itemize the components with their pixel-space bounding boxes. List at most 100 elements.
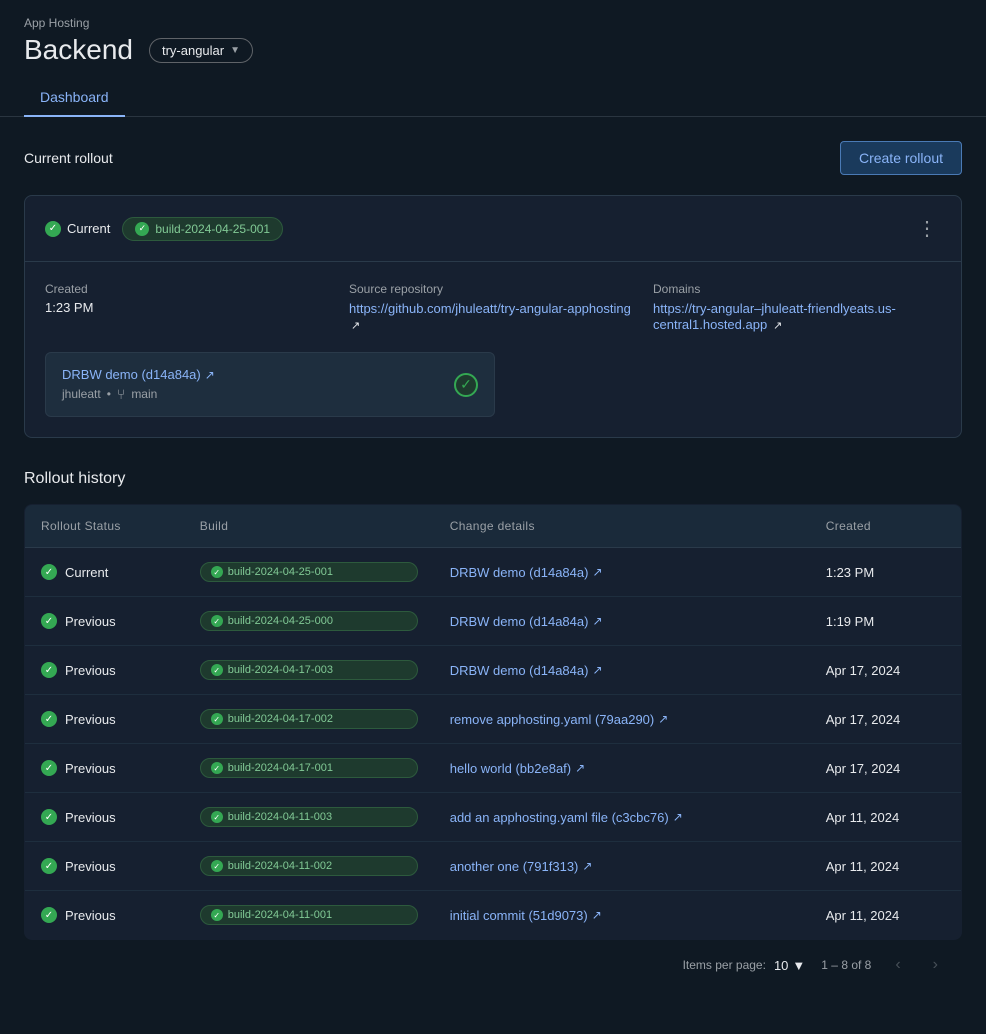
row-status-label-2: Previous xyxy=(65,663,116,678)
app-hosting-label: App Hosting xyxy=(24,16,962,30)
row-created-cell-4: Apr 17, 2024 xyxy=(810,744,962,793)
table-row: ✓ Current ✓ build-2024-04-25-001 DRBW de… xyxy=(25,548,962,597)
next-page-button[interactable]: › xyxy=(925,952,946,978)
col-header-status: Rollout Status xyxy=(25,505,184,548)
branch-selector[interactable]: try-angular ▼ xyxy=(149,38,253,63)
row-build-chip-dot-1: ✓ xyxy=(211,615,223,627)
items-per-page-label: Items per page: xyxy=(683,958,766,972)
row-created-cell-3: Apr 17, 2024 xyxy=(810,695,962,744)
row-change-link-1[interactable]: DRBW demo (d14a84a) ↗ xyxy=(450,614,794,629)
row-build-id-5: build-2024-04-11-003 xyxy=(228,811,332,823)
row-change-ext-icon-1: ↗ xyxy=(592,614,602,628)
row-status-label-7: Previous xyxy=(65,908,116,923)
items-per-page-chevron: ▼ xyxy=(792,958,805,973)
row-build-chip-dot-2: ✓ xyxy=(211,664,223,676)
col-header-change: Change details xyxy=(434,505,810,548)
page-range: 1 – 8 of 8 xyxy=(821,958,871,972)
row-change-link-7[interactable]: initial commit (51d9073) ↗ xyxy=(450,908,794,923)
row-change-link-2[interactable]: DRBW demo (d14a84a) ↗ xyxy=(450,663,794,678)
domains-label: Domains xyxy=(653,282,941,296)
row-change-link-3[interactable]: remove apphosting.yaml (79aa290) ↗ xyxy=(450,712,794,727)
backend-title-text: Backend xyxy=(24,34,133,66)
page-header: App Hosting Backend try-angular ▼ Dashbo… xyxy=(0,0,986,117)
table-row: ✓ Previous ✓ build-2024-04-11-002 anothe… xyxy=(25,842,962,891)
tab-bar: Dashboard xyxy=(24,78,962,116)
row-change-cell-6: another one (791f313) ↗ xyxy=(434,842,810,891)
row-change-link-5[interactable]: add an apphosting.yaml file (c3cbc76) ↗ xyxy=(450,810,794,825)
row-build-chip-dot-0: ✓ xyxy=(211,566,223,578)
created-label: Created xyxy=(45,282,333,296)
items-per-page-select[interactable]: 10 ▼ xyxy=(774,958,805,973)
row-change-cell-3: remove apphosting.yaml (79aa290) ↗ xyxy=(434,695,810,744)
row-status-label-0: Current xyxy=(65,565,108,580)
row-created-cell-1: 1:19 PM xyxy=(810,597,962,646)
row-build-cell-5: ✓ build-2024-04-11-003 xyxy=(184,793,434,842)
row-change-ext-icon-4: ↗ xyxy=(575,761,585,775)
row-change-link-0[interactable]: DRBW demo (d14a84a) ↗ xyxy=(450,565,794,580)
backend-title-row: Backend try-angular ▼ xyxy=(24,34,962,66)
rollout-history-title: Rollout history xyxy=(24,470,962,488)
row-build-cell-3: ✓ build-2024-04-17-002 xyxy=(184,695,434,744)
row-change-cell-2: DRBW demo (d14a84a) ↗ xyxy=(434,646,810,695)
commit-author: jhuleatt xyxy=(62,387,101,401)
branch-icon: ⑂ xyxy=(117,386,125,402)
row-status-dot-4: ✓ xyxy=(41,760,57,776)
table-row: ✓ Previous ✓ build-2024-04-17-002 remove… xyxy=(25,695,962,744)
current-rollout-card: ✓ Current ✓ build-2024-04-25-001 ⋮ Creat… xyxy=(24,195,962,438)
row-build-chip-dot-3: ✓ xyxy=(211,713,223,725)
prev-page-button[interactable]: ‹ xyxy=(887,952,908,978)
commit-check-icon: ✓ xyxy=(454,373,478,397)
row-status-dot-2: ✓ xyxy=(41,662,57,678)
row-status-label-5: Previous xyxy=(65,810,116,825)
table-row: ✓ Previous ✓ build-2024-04-11-003 add an… xyxy=(25,793,962,842)
row-status-dot-6: ✓ xyxy=(41,858,57,874)
create-rollout-button[interactable]: Create rollout xyxy=(840,141,962,175)
current-status-dot: ✓ xyxy=(45,221,61,237)
current-rollout-card-header: ✓ Current ✓ build-2024-04-25-001 ⋮ xyxy=(25,196,961,262)
current-build-chip: ✓ build-2024-04-25-001 xyxy=(122,217,283,241)
source-repo-link[interactable]: https://github.com/jhuleatt/try-angular-… xyxy=(349,301,631,316)
row-created-cell-5: Apr 11, 2024 xyxy=(810,793,962,842)
row-status-dot-1: ✓ xyxy=(41,613,57,629)
row-status-dot-7: ✓ xyxy=(41,907,57,923)
row-status-cell-0: ✓ Current xyxy=(25,548,184,597)
row-change-ext-icon-2: ↗ xyxy=(592,663,602,677)
row-build-chip-dot-4: ✓ xyxy=(211,762,223,774)
row-change-cell-4: hello world (bb2e8af) ↗ xyxy=(434,744,810,793)
row-build-chip-dot-6: ✓ xyxy=(211,860,223,872)
row-build-cell-2: ✓ build-2024-04-17-003 xyxy=(184,646,434,695)
table-row: ✓ Previous ✓ build-2024-04-25-000 DRBW d… xyxy=(25,597,962,646)
current-build-id: build-2024-04-25-001 xyxy=(155,222,270,236)
row-status-cell-5: ✓ Previous xyxy=(25,793,184,842)
main-content: Current rollout Create rollout ✓ Current… xyxy=(0,117,986,1014)
chevron-down-icon: ▼ xyxy=(230,45,240,56)
row-change-link-4[interactable]: hello world (bb2e8af) ↗ xyxy=(450,761,794,776)
row-build-id-0: build-2024-04-25-001 xyxy=(228,566,333,578)
row-change-cell-7: initial commit (51d9073) ↗ xyxy=(434,891,810,940)
row-build-chip-4: ✓ build-2024-04-17-001 xyxy=(200,758,418,778)
row-build-chip-1: ✓ build-2024-04-25-000 xyxy=(200,611,418,631)
row-change-cell-5: add an apphosting.yaml file (c3cbc76) ↗ xyxy=(434,793,810,842)
row-build-id-4: build-2024-04-17-001 xyxy=(228,762,333,774)
col-header-build: Build xyxy=(184,505,434,548)
row-status-label-1: Previous xyxy=(65,614,116,629)
commit-row: DRBW demo (d14a84a) ↗ jhuleatt • ⑂ main … xyxy=(45,352,495,417)
row-status-dot-3: ✓ xyxy=(41,711,57,727)
col-header-created: Created xyxy=(810,505,962,548)
bullet-separator: • xyxy=(107,387,111,401)
created-value: 1:23 PM xyxy=(45,300,333,315)
row-change-ext-icon-3: ↗ xyxy=(658,712,668,726)
more-options-icon[interactable]: ⋮ xyxy=(913,212,941,245)
row-build-cell-0: ✓ build-2024-04-25-001 xyxy=(184,548,434,597)
row-status-label-6: Previous xyxy=(65,859,116,874)
commit-branch: main xyxy=(131,387,157,401)
items-per-page: Items per page: 10 ▼ xyxy=(683,958,806,973)
row-change-ext-icon-6: ↗ xyxy=(582,859,592,873)
row-build-chip-3: ✓ build-2024-04-17-002 xyxy=(200,709,418,729)
row-status-cell-1: ✓ Previous xyxy=(25,597,184,646)
row-change-link-6[interactable]: another one (791f313) ↗ xyxy=(450,859,794,874)
commit-link[interactable]: DRBW demo (d14a84a) ↗ xyxy=(62,367,215,382)
tab-dashboard[interactable]: Dashboard xyxy=(24,79,125,117)
row-created-cell-7: Apr 11, 2024 xyxy=(810,891,962,940)
row-status-dot-5: ✓ xyxy=(41,809,57,825)
